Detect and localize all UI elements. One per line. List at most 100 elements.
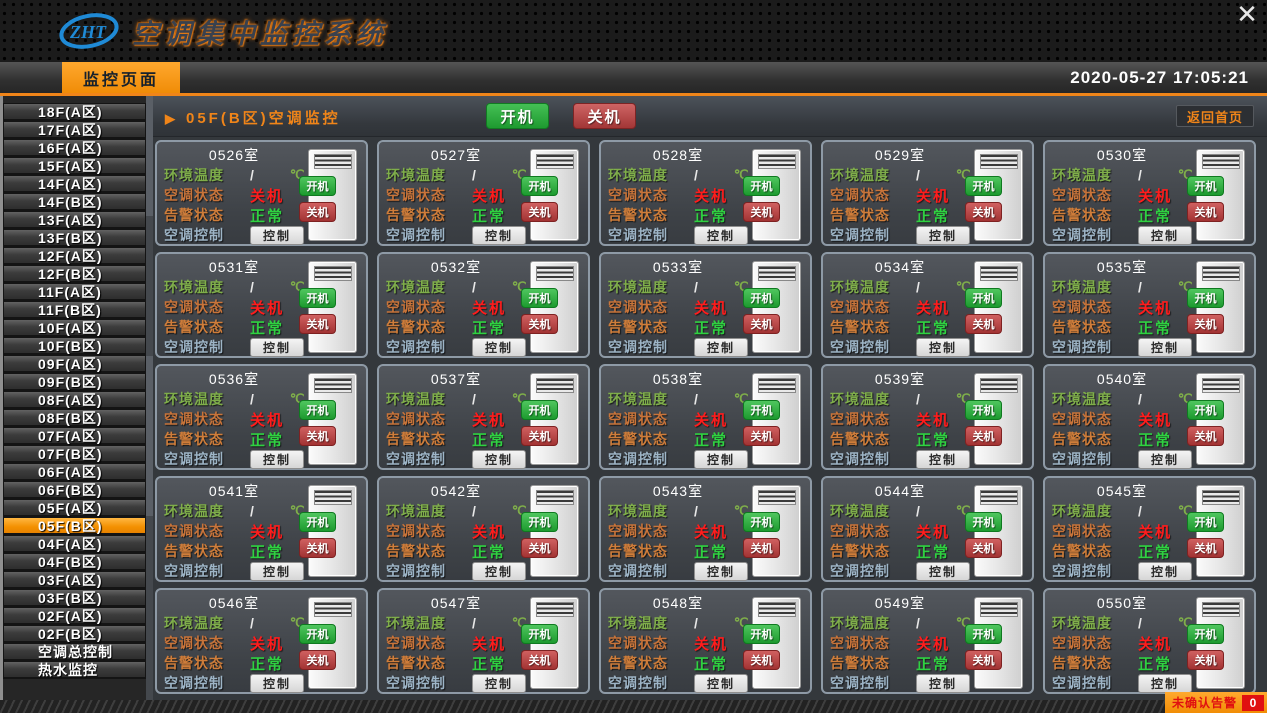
room-power-off-button[interactable]: 关机 [743, 202, 780, 222]
room-power-on-button[interactable]: 开机 [965, 288, 1002, 308]
sidebar-item-29[interactable]: 02F(B区) [3, 625, 146, 643]
room-power-on-button[interactable]: 开机 [1187, 176, 1224, 196]
control-button[interactable]: 控制 [1138, 338, 1192, 357]
sidebar-item-15[interactable]: 09F(B区) [3, 373, 146, 391]
room-power-on-button[interactable]: 开机 [1187, 400, 1224, 420]
room-power-on-button[interactable]: 开机 [299, 176, 336, 196]
sidebar-item-21[interactable]: 06F(B区) [3, 481, 146, 499]
control-button[interactable]: 控制 [250, 226, 304, 245]
control-button[interactable]: 控制 [472, 338, 526, 357]
room-power-on-button[interactable]: 开机 [521, 512, 558, 532]
control-button[interactable]: 控制 [694, 226, 748, 245]
sidebar-item-24[interactable]: 04F(A区) [3, 535, 146, 553]
control-button[interactable]: 控制 [250, 338, 304, 357]
sidebar-item-10[interactable]: 11F(A区) [3, 283, 146, 301]
sidebar-item-30[interactable]: 空调总控制 [3, 643, 146, 661]
sidebar-item-28[interactable]: 02F(A区) [3, 607, 146, 625]
room-power-on-button[interactable]: 开机 [521, 624, 558, 644]
room-power-off-button[interactable]: 关机 [1187, 314, 1224, 334]
sidebar-item-26[interactable]: 03F(A区) [3, 571, 146, 589]
room-power-on-button[interactable]: 开机 [743, 512, 780, 532]
control-button[interactable]: 控制 [694, 450, 748, 469]
sidebar-item-19[interactable]: 07F(B区) [3, 445, 146, 463]
unconfirmed-alarm-badge[interactable]: 未确认告警 0 [1165, 692, 1267, 713]
room-power-on-button[interactable]: 开机 [965, 512, 1002, 532]
room-power-on-button[interactable]: 开机 [743, 400, 780, 420]
control-button[interactable]: 控制 [694, 562, 748, 581]
sidebar-item-14[interactable]: 09F(A区) [3, 355, 146, 373]
room-power-off-button[interactable]: 关机 [965, 314, 1002, 334]
room-power-on-button[interactable]: 开机 [521, 288, 558, 308]
room-power-off-button[interactable]: 关机 [521, 650, 558, 670]
room-power-off-button[interactable]: 关机 [1187, 202, 1224, 222]
control-button[interactable]: 控制 [472, 674, 526, 693]
sidebar-item-3[interactable]: 15F(A区) [3, 157, 146, 175]
room-power-off-button[interactable]: 关机 [1187, 426, 1224, 446]
control-button[interactable]: 控制 [472, 562, 526, 581]
room-power-on-button[interactable]: 开机 [1187, 624, 1224, 644]
room-power-on-button[interactable]: 开机 [299, 512, 336, 532]
room-power-off-button[interactable]: 关机 [743, 650, 780, 670]
sidebar-scrollbar[interactable] [146, 96, 153, 713]
control-button[interactable]: 控制 [916, 226, 970, 245]
room-power-off-button[interactable]: 关机 [521, 538, 558, 558]
sidebar-item-5[interactable]: 14F(B区) [3, 193, 146, 211]
room-power-on-button[interactable]: 开机 [521, 176, 558, 196]
room-power-off-button[interactable]: 关机 [299, 650, 336, 670]
sidebar-item-22[interactable]: 05F(A区) [3, 499, 146, 517]
room-power-on-button[interactable]: 开机 [965, 624, 1002, 644]
control-button[interactable]: 控制 [916, 338, 970, 357]
room-power-off-button[interactable]: 关机 [743, 538, 780, 558]
room-power-off-button[interactable]: 关机 [521, 202, 558, 222]
room-power-off-button[interactable]: 关机 [299, 538, 336, 558]
control-button[interactable]: 控制 [1138, 562, 1192, 581]
sidebar-item-17[interactable]: 08F(B区) [3, 409, 146, 427]
close-icon[interactable]: ✕ [1233, 2, 1261, 28]
control-button[interactable]: 控制 [250, 562, 304, 581]
room-power-off-button[interactable]: 关机 [965, 538, 1002, 558]
sidebar-item-31[interactable]: 热水监控 [3, 661, 146, 679]
control-button[interactable]: 控制 [250, 674, 304, 693]
sidebar-item-25[interactable]: 04F(B区) [3, 553, 146, 571]
room-power-on-button[interactable]: 开机 [299, 400, 336, 420]
sidebar-item-8[interactable]: 12F(A区) [3, 247, 146, 265]
sidebar-item-11[interactable]: 11F(B区) [3, 301, 146, 319]
room-power-on-button[interactable]: 开机 [1187, 288, 1224, 308]
power-off-all-button[interactable]: 关机 [573, 103, 636, 129]
room-power-off-button[interactable]: 关机 [1187, 538, 1224, 558]
room-power-on-button[interactable]: 开机 [299, 288, 336, 308]
room-power-off-button[interactable]: 关机 [965, 426, 1002, 446]
sidebar-item-7[interactable]: 13F(B区) [3, 229, 146, 247]
room-power-on-button[interactable]: 开机 [743, 288, 780, 308]
sidebar-item-1[interactable]: 17F(A区) [3, 121, 146, 139]
room-power-on-button[interactable]: 开机 [743, 176, 780, 196]
room-power-on-button[interactable]: 开机 [1187, 512, 1224, 532]
sidebar-item-20[interactable]: 06F(A区) [3, 463, 146, 481]
sidebar-item-9[interactable]: 12F(B区) [3, 265, 146, 283]
room-power-off-button[interactable]: 关机 [299, 314, 336, 334]
room-power-off-button[interactable]: 关机 [521, 314, 558, 334]
room-power-on-button[interactable]: 开机 [299, 624, 336, 644]
room-power-off-button[interactable]: 关机 [965, 202, 1002, 222]
control-button[interactable]: 控制 [1138, 450, 1192, 469]
control-button[interactable]: 控制 [1138, 226, 1192, 245]
sidebar-item-12[interactable]: 10F(A区) [3, 319, 146, 337]
room-power-off-button[interactable]: 关机 [743, 426, 780, 446]
sidebar-item-16[interactable]: 08F(A区) [3, 391, 146, 409]
control-button[interactable]: 控制 [250, 450, 304, 469]
sidebar-item-6[interactable]: 13F(A区) [3, 211, 146, 229]
power-on-all-button[interactable]: 开机 [486, 103, 549, 129]
room-power-off-button[interactable]: 关机 [743, 314, 780, 334]
sidebar-item-18[interactable]: 07F(A区) [3, 427, 146, 445]
control-button[interactable]: 控制 [472, 450, 526, 469]
back-home-button[interactable]: 返回首页 [1176, 105, 1254, 127]
room-power-off-button[interactable]: 关机 [965, 650, 1002, 670]
control-button[interactable]: 控制 [694, 338, 748, 357]
room-power-on-button[interactable]: 开机 [965, 400, 1002, 420]
room-power-off-button[interactable]: 关机 [1187, 650, 1224, 670]
sidebar-item-13[interactable]: 10F(B区) [3, 337, 146, 355]
sidebar-item-23[interactable]: 05F(B区) [3, 517, 146, 535]
control-button[interactable]: 控制 [472, 226, 526, 245]
sidebar-item-0[interactable]: 18F(A区) [3, 103, 146, 121]
control-button[interactable]: 控制 [916, 674, 970, 693]
